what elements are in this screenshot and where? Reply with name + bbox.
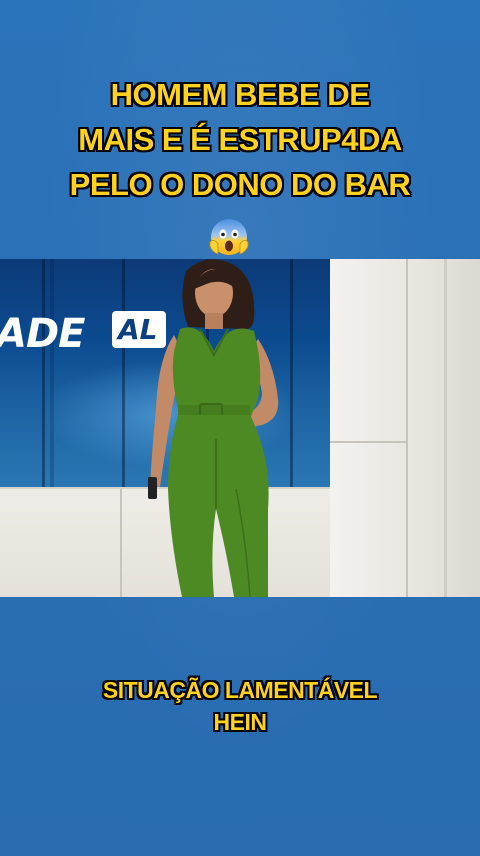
headline-text: HOMEM BEBE DE MAIS E É ESTRUP4DA PELO O …	[0, 72, 480, 207]
headline-line-2: MAIS E É ESTRUP4DA	[78, 122, 402, 157]
headline-line-1: HOMEM BEBE DE	[110, 77, 370, 112]
video-frame[interactable]: ADE AL	[0, 259, 480, 597]
headline-line-3: PELO O DONO DO BAR	[69, 167, 411, 202]
screaming-face-icon	[209, 219, 249, 255]
presenter-figure	[148, 259, 279, 597]
caption-line-2: HEIN	[213, 709, 267, 735]
caption-text: SITUAÇÃO LAMENTÁVEL HEIN	[0, 674, 480, 738]
caption-line-1: SITUAÇÃO LAMENTÁVEL	[102, 677, 378, 703]
